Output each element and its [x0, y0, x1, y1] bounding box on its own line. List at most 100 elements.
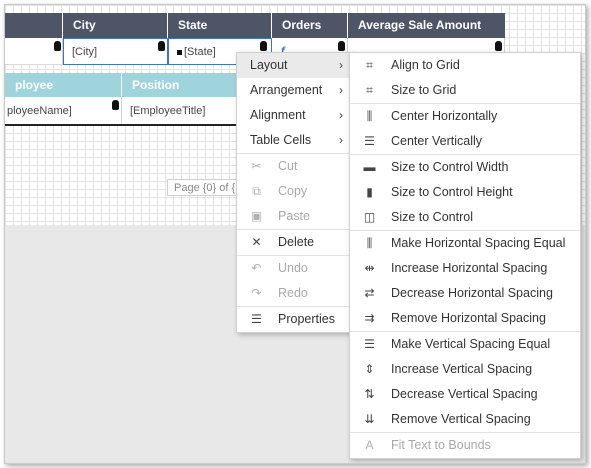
- menu-item-label: Cut: [278, 159, 298, 173]
- paste-icon: ▣: [250, 209, 263, 223]
- table2-header-position[interactable]: Position: [122, 73, 245, 97]
- menu-item-alignment[interactable]: Alignment ›: [237, 103, 351, 128]
- increase-horizontal-spacing-icon: ⇹: [364, 261, 375, 275]
- report-designer-window: City State Orders Average Sale Amount [C…: [4, 4, 586, 464]
- remove-vertical-spacing-icon: ⇊: [364, 412, 375, 426]
- redo-icon: ↷: [251, 286, 262, 300]
- center-horizontally-icon: ⫼: [366, 109, 373, 123]
- submenu-item-label: Fit Text to Bounds: [391, 438, 491, 452]
- submenu-item-label: Remove Vertical Spacing: [391, 412, 531, 426]
- submenu-item-align-to-grid[interactable]: ⌗ Align to Grid: [350, 53, 580, 78]
- menu-item-properties[interactable]: ☰ Properties: [237, 306, 351, 332]
- menu-item-label: Delete: [278, 235, 315, 249]
- menu-item-copy[interactable]: ⧉ Copy: [237, 179, 351, 204]
- menu-item-redo[interactable]: ↷ Redo: [237, 281, 351, 306]
- menu-item-table-cells[interactable]: Table Cells ›: [237, 128, 351, 153]
- submenu-item-label: Decrease Vertical Spacing: [391, 387, 538, 401]
- band-divider: [5, 124, 245, 126]
- table-header-orders[interactable]: Orders: [272, 13, 348, 38]
- menu-item-label: Table Cells: [250, 133, 312, 147]
- submenu-item-center-horizontally[interactable]: ⫼ Center Horizontally: [350, 103, 580, 129]
- menu-item-label: Properties: [278, 312, 335, 326]
- submenu-item-label: Make Horizontal Spacing Equal: [391, 236, 566, 250]
- close-icon: ✕: [251, 235, 262, 249]
- vertical-spacing-equal-icon: ☰: [364, 337, 375, 351]
- submenu-item-remove-vertical-spacing[interactable]: ⇊ Remove Vertical Spacing: [350, 407, 580, 432]
- menu-item-label: Alignment: [250, 108, 306, 122]
- submenu-item-size-to-grid[interactable]: ⌗ Size to Grid: [350, 78, 580, 103]
- align-to-grid-icon: ⌗: [366, 58, 373, 72]
- properties-icon: ☰: [251, 312, 262, 326]
- submenu-item-make-horizontal-spacing-equal[interactable]: ⫼ Make Horizontal Spacing Equal: [350, 230, 580, 256]
- submenu-item-label: Center Horizontally: [391, 109, 498, 123]
- menu-item-label: Layout: [250, 58, 288, 72]
- menu-item-label: Paste: [278, 209, 310, 223]
- menu-item-delete[interactable]: ✕ Delete: [237, 229, 351, 255]
- database-icon: [54, 41, 61, 51]
- submenu-item-increase-horizontal-spacing[interactable]: ⇹ Increase Horizontal Spacing: [350, 256, 580, 281]
- submenu-item-center-vertically[interactable]: ☰ Center Vertically: [350, 129, 580, 154]
- submenu-item-label: Size to Control Height: [391, 185, 513, 199]
- submenu-item-label: Decrease Horizontal Spacing: [391, 286, 553, 300]
- copy-icon: ⧉: [252, 184, 261, 198]
- size-to-control-icon: ◫: [363, 210, 376, 224]
- database-icon: [158, 41, 165, 51]
- horizontal-spacing-equal-icon: ⫼: [366, 236, 373, 250]
- chevron-right-icon: ›: [339, 108, 343, 122]
- database-icon: [495, 41, 502, 51]
- database-icon: [112, 100, 119, 110]
- menu-item-label: Copy: [278, 184, 308, 198]
- table-cell-city[interactable]: [City]: [63, 38, 168, 65]
- submenu-item-label: Center Vertically: [391, 134, 483, 148]
- submenu-item-label: Size to Control Width: [391, 160, 509, 174]
- submenu-item-size-to-control[interactable]: ◫ Size to Control: [350, 205, 580, 230]
- submenu-item-label: Align to Grid: [391, 58, 460, 72]
- menu-item-layout[interactable]: Layout ›: [237, 53, 351, 78]
- submenu-item-remove-horizontal-spacing[interactable]: ⇉ Remove Horizontal Spacing: [350, 306, 580, 331]
- submenu-item-label: Make Vertical Spacing Equal: [391, 337, 551, 351]
- submenu-item-label: Size to Control: [391, 210, 473, 224]
- submenu-item-decrease-horizontal-spacing[interactable]: ⇄ Decrease Horizontal Spacing: [350, 281, 580, 306]
- submenu-item-decrease-vertical-spacing[interactable]: ⇅ Decrease Vertical Spacing: [350, 382, 580, 407]
- context-menu: Layout › Arrangement › Alignment › Table…: [236, 52, 352, 333]
- chevron-right-icon: ›: [339, 133, 343, 147]
- submenu-item-label: Increase Vertical Spacing: [391, 362, 533, 376]
- undo-icon: ↶: [251, 261, 262, 275]
- table-header-average-sale-amount[interactable]: Average Sale Amount: [348, 13, 505, 38]
- chevron-right-icon: ›: [339, 58, 343, 72]
- menu-item-label: Redo: [278, 286, 308, 300]
- center-vertically-icon: ☰: [364, 134, 375, 148]
- submenu-item-label: Increase Horizontal Spacing: [391, 261, 548, 275]
- decrease-vertical-spacing-icon: ⇅: [364, 387, 375, 401]
- database-icon: [260, 41, 267, 51]
- submenu-item-size-to-control-height[interactable]: ▮ Size to Control Height: [350, 180, 580, 205]
- selection-handle[interactable]: [177, 50, 182, 55]
- table-header-state[interactable]: State: [168, 13, 272, 38]
- submenu-item-increase-vertical-spacing[interactable]: ⇕ Increase Vertical Spacing: [350, 357, 580, 382]
- page-number-field[interactable]: Page {0} of {: [167, 179, 245, 196]
- submenu-item-fit-text-to-bounds[interactable]: A Fit Text to Bounds: [350, 432, 580, 458]
- table2-cell-employee-title[interactable]: [EmployeeTitle]: [122, 97, 245, 125]
- menu-item-undo[interactable]: ↶ Undo: [237, 255, 351, 281]
- submenu-item-label: Remove Horizontal Spacing: [391, 311, 546, 325]
- table-header-cell-blank[interactable]: [5, 13, 63, 38]
- submenu-item-make-vertical-spacing-equal[interactable]: ☰ Make Vertical Spacing Equal: [350, 331, 580, 357]
- size-to-grid-icon: ⌗: [366, 83, 373, 97]
- remove-horizontal-spacing-icon: ⇉: [364, 311, 375, 325]
- table-cell-state-text: [State]: [184, 46, 216, 58]
- table2-cell-employee-name[interactable]: ployeeName]: [5, 97, 122, 125]
- menu-item-label: Arrangement: [250, 83, 323, 97]
- menu-item-cut[interactable]: ✂ Cut: [237, 153, 351, 179]
- decrease-horizontal-spacing-icon: ⇄: [364, 286, 375, 300]
- table-cell-city-text: [City]: [72, 46, 98, 58]
- table2-header-employee[interactable]: ployee: [5, 73, 122, 97]
- size-to-control-height-icon: ▮: [366, 185, 373, 199]
- size-to-control-width-icon: ▬: [363, 160, 376, 174]
- menu-item-label: Undo: [278, 261, 308, 275]
- menu-item-arrangement[interactable]: Arrangement ›: [237, 78, 351, 103]
- scissors-icon: ✂: [251, 159, 262, 173]
- submenu-item-size-to-control-width[interactable]: ▬ Size to Control Width: [350, 154, 580, 180]
- table-header-city[interactable]: City: [63, 13, 168, 38]
- chevron-right-icon: ›: [339, 83, 343, 97]
- menu-item-paste[interactable]: ▣ Paste: [237, 204, 351, 229]
